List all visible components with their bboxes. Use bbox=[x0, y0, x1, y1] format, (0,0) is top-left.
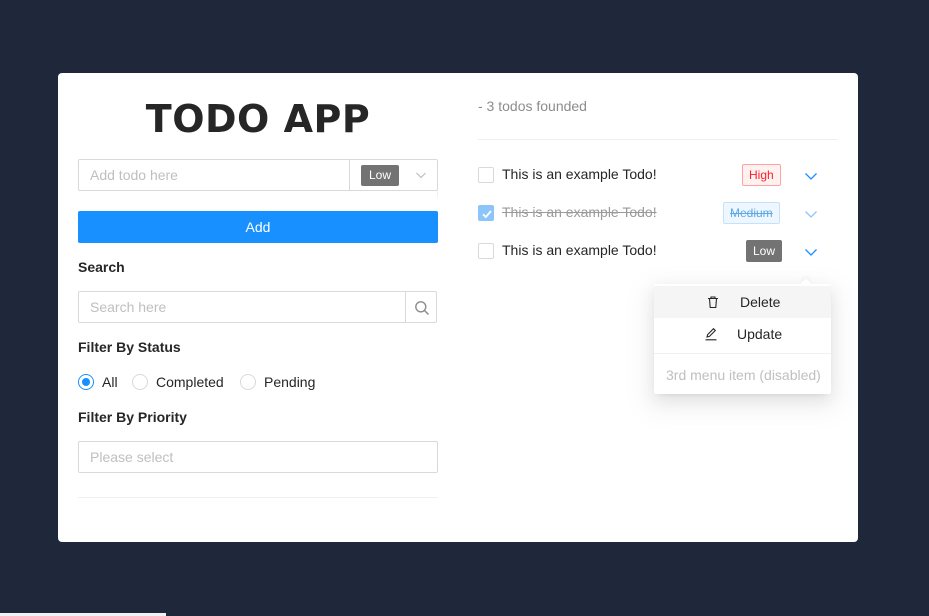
left-panel: TODO APP Low Add Search Filter By Stat bbox=[78, 73, 438, 542]
menu-item-label: Update bbox=[737, 326, 783, 342]
app-title: TODO APP bbox=[145, 97, 371, 141]
divider bbox=[478, 139, 838, 140]
divider bbox=[78, 497, 438, 498]
todo-action-menu: Delete Update 3rd menu item (disabled) bbox=[654, 284, 831, 394]
search-box bbox=[78, 291, 437, 323]
status-filter-label: Filter By Status bbox=[78, 339, 181, 355]
search-icon bbox=[415, 301, 430, 316]
priority-filter-select[interactable]: Please select bbox=[78, 441, 438, 473]
todo-text: This is an example Todo! bbox=[502, 242, 657, 258]
todo-checkbox[interactable] bbox=[478, 243, 494, 259]
chevron-down-icon bbox=[416, 172, 426, 179]
menu-item-disabled: 3rd menu item (disabled) bbox=[654, 359, 831, 391]
todo-item: This is an example Todo! High bbox=[478, 164, 838, 186]
priority-select[interactable]: Low bbox=[350, 159, 438, 191]
radio-completed-circle bbox=[132, 374, 148, 390]
radio-all-circle bbox=[78, 374, 94, 390]
search-label: Search bbox=[78, 259, 125, 275]
todo-checkbox[interactable] bbox=[478, 205, 494, 221]
chevron-down-icon[interactable] bbox=[804, 245, 818, 259]
select-dropdown-edge bbox=[350, 191, 438, 197]
todo-text: This is an example Todo! bbox=[502, 204, 657, 220]
checkmark-icon bbox=[482, 210, 492, 219]
add-todo-row: Low bbox=[78, 159, 438, 197]
chevron-down-icon[interactable] bbox=[804, 169, 818, 183]
trash-icon bbox=[708, 296, 718, 309]
menu-item-delete[interactable]: Delete bbox=[654, 286, 831, 318]
todo-count: - 3 todos founded bbox=[478, 98, 587, 114]
priority-tag: Low bbox=[746, 240, 783, 262]
menu-item-label: 3rd menu item (disabled) bbox=[666, 367, 821, 383]
add-todo-input[interactable] bbox=[78, 159, 350, 191]
todo-checkbox[interactable] bbox=[478, 167, 494, 183]
priority-select-value: Low bbox=[361, 165, 399, 186]
menu-divider bbox=[654, 353, 831, 354]
radio-pending-circle bbox=[240, 374, 256, 390]
search-input[interactable] bbox=[78, 291, 406, 323]
radio-all-label: All bbox=[102, 374, 118, 390]
add-button[interactable]: Add bbox=[78, 211, 438, 243]
priority-tag: High bbox=[742, 164, 781, 186]
radio-completed[interactable]: Completed bbox=[132, 372, 224, 392]
search-button[interactable] bbox=[405, 291, 437, 323]
menu-item-label: Delete bbox=[740, 294, 781, 310]
todo-text: This is an example Todo! bbox=[502, 166, 657, 182]
status-radio-group: All Completed Pending bbox=[78, 372, 438, 392]
edit-icon bbox=[705, 327, 717, 341]
radio-all[interactable]: All bbox=[78, 372, 118, 392]
priority-tag: Medium bbox=[723, 202, 780, 224]
radio-pending-label: Pending bbox=[264, 374, 316, 390]
radio-pending[interactable]: Pending bbox=[240, 372, 315, 392]
todo-item: This is an example Todo! Medium bbox=[478, 202, 838, 224]
chevron-down-icon[interactable] bbox=[804, 207, 818, 221]
menu-item-update[interactable]: Update bbox=[654, 318, 831, 350]
todo-item: This is an example Todo! Low bbox=[478, 240, 838, 262]
radio-completed-label: Completed bbox=[156, 374, 224, 390]
priority-filter-label: Filter By Priority bbox=[78, 409, 187, 425]
